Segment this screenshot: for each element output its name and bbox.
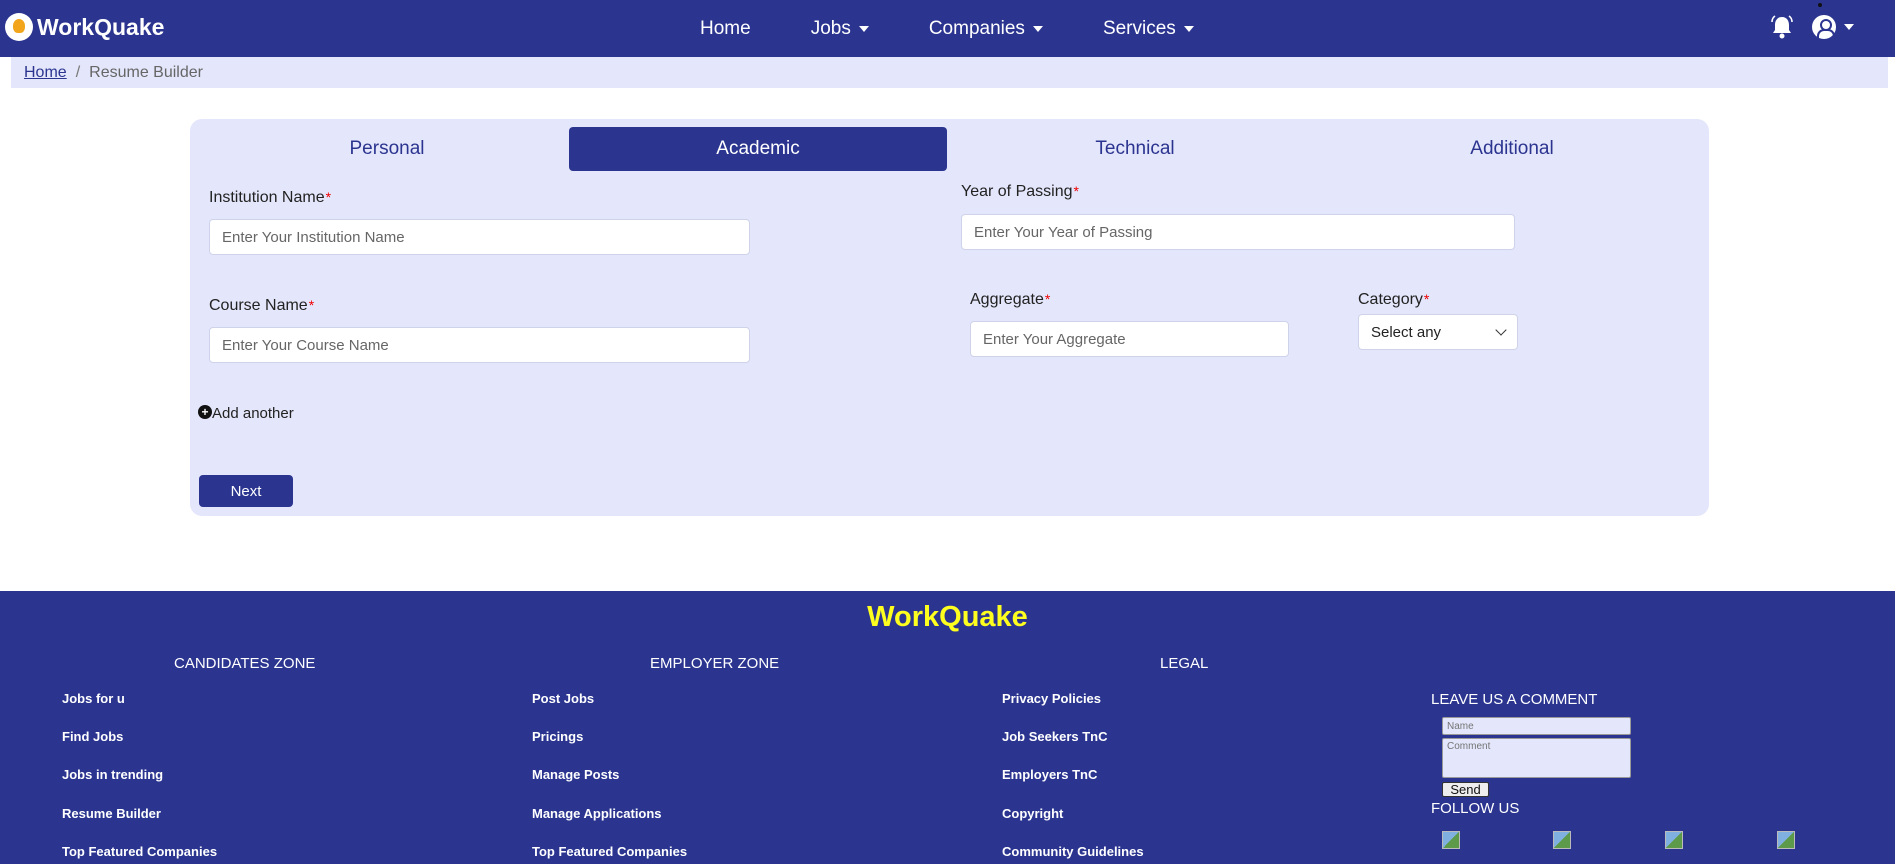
required-marker: * <box>308 297 315 313</box>
main-nav: Home Jobs Companies Services <box>700 0 1254 57</box>
footer-link-community-guidelines[interactable]: Community Guidelines <box>1002 844 1144 859</box>
nav-companies-dropdown[interactable]: Companies <box>929 18 1043 40</box>
social-image-icon[interactable] <box>1553 831 1571 849</box>
footer-link-manage-posts[interactable]: Manage Posts <box>532 767 619 782</box>
user-avatar-icon <box>1812 15 1836 39</box>
breadcrumb-current: Resume Builder <box>89 63 203 81</box>
notification-dot <box>1818 3 1822 7</box>
breadcrumb-home-link[interactable]: Home <box>24 64 67 82</box>
caret-down-icon <box>1183 25 1194 32</box>
caret-down-icon <box>858 25 869 32</box>
footer-link-top-companies[interactable]: Top Featured Companies <box>62 844 217 859</box>
institution-name-input[interactable] <box>209 219 750 255</box>
leave-comment-title: LEAVE US A COMMENT <box>1431 691 1598 708</box>
tab-personal[interactable]: Personal <box>198 127 576 171</box>
institution-label: Institution Name* <box>209 189 332 206</box>
footer-link-employer-top-companies[interactable]: Top Featured Companies <box>532 844 687 859</box>
footer: WorkQuake CANDIDATES ZONE Jobs for u Fin… <box>0 591 1895 864</box>
footer-link-privacy[interactable]: Privacy Policies <box>1002 691 1101 706</box>
comment-name-input[interactable] <box>1442 717 1631 735</box>
footer-link-jobs-for-u[interactable]: Jobs for u <box>62 691 125 706</box>
aggregate-label: Aggregate* <box>970 291 1051 308</box>
candidates-zone-title: CANDIDATES ZONE <box>174 655 316 672</box>
course-name-label: Course Name* <box>209 297 315 314</box>
legal-title: LEGAL <box>1160 655 1209 672</box>
breadcrumb-separator: / <box>75 63 81 81</box>
brand[interactable]: WorkQuake <box>5 13 164 41</box>
social-image-icon[interactable] <box>1442 831 1460 849</box>
send-comment-button[interactable]: Send <box>1442 782 1489 797</box>
comment-textarea[interactable] <box>1442 738 1631 778</box>
year-of-passing-input[interactable] <box>961 214 1515 250</box>
resume-builder-form: Personal Academic Technical Additional I… <box>190 119 1709 516</box>
nav-home[interactable]: Home <box>700 18 751 40</box>
footer-link-find-jobs[interactable]: Find Jobs <box>62 729 123 744</box>
caret-down-icon <box>1844 24 1854 30</box>
footer-link-manage-applications[interactable]: Manage Applications <box>532 806 662 821</box>
top-navbar: WorkQuake Home Jobs Companies Services <box>0 0 1895 57</box>
follow-us-title: FOLLOW US <box>1431 800 1520 817</box>
footer-link-copyright[interactable]: Copyright <box>1002 806 1063 821</box>
footer-link-employers-tnc[interactable]: Employers TnC <box>1002 767 1097 782</box>
footer-brand: WorkQuake <box>867 601 1028 633</box>
next-button[interactable]: Next <box>199 475 293 507</box>
nav-jobs-dropdown[interactable]: Jobs <box>811 18 869 40</box>
workquake-logo-icon <box>5 13 33 41</box>
required-marker: * <box>325 189 332 205</box>
bell-icon[interactable] <box>1770 14 1794 40</box>
nav-right <box>1770 14 1854 40</box>
chevron-down-icon <box>1495 324 1507 336</box>
tab-academic[interactable]: Academic <box>569 127 947 171</box>
footer-link-pricings[interactable]: Pricings <box>532 729 583 744</box>
footer-link-resume-builder[interactable]: Resume Builder <box>62 806 161 821</box>
social-image-icon[interactable] <box>1665 831 1683 849</box>
category-select[interactable]: Select any <box>1358 314 1518 350</box>
tab-technical[interactable]: Technical <box>946 127 1324 171</box>
nav-services-dropdown[interactable]: Services <box>1103 18 1194 40</box>
caret-down-icon <box>1032 25 1043 32</box>
breadcrumb: Home / Resume Builder <box>11 57 1888 88</box>
add-another-button[interactable]: + Add another <box>198 404 294 422</box>
footer-link-jobs-trending[interactable]: Jobs in trending <box>62 767 163 782</box>
category-label: Category* <box>1358 291 1430 308</box>
brand-name: WorkQuake <box>37 13 165 40</box>
footer-link-post-jobs[interactable]: Post Jobs <box>532 691 594 706</box>
social-image-icon[interactable] <box>1777 831 1795 849</box>
year-of-passing-label: Year of Passing* <box>961 183 1079 200</box>
aggregate-input[interactable] <box>970 321 1289 357</box>
footer-link-job-seekers-tnc[interactable]: Job Seekers TnC <box>1002 729 1108 744</box>
required-marker: * <box>1073 183 1079 199</box>
user-menu-dropdown[interactable] <box>1812 15 1854 39</box>
employer-zone-title: EMPLOYER ZONE <box>650 655 780 672</box>
required-marker: * <box>1423 291 1430 307</box>
course-name-input[interactable] <box>209 327 750 363</box>
plus-circle-icon: + <box>198 404 212 419</box>
required-marker: * <box>1044 291 1051 307</box>
tab-additional[interactable]: Additional <box>1323 127 1701 171</box>
